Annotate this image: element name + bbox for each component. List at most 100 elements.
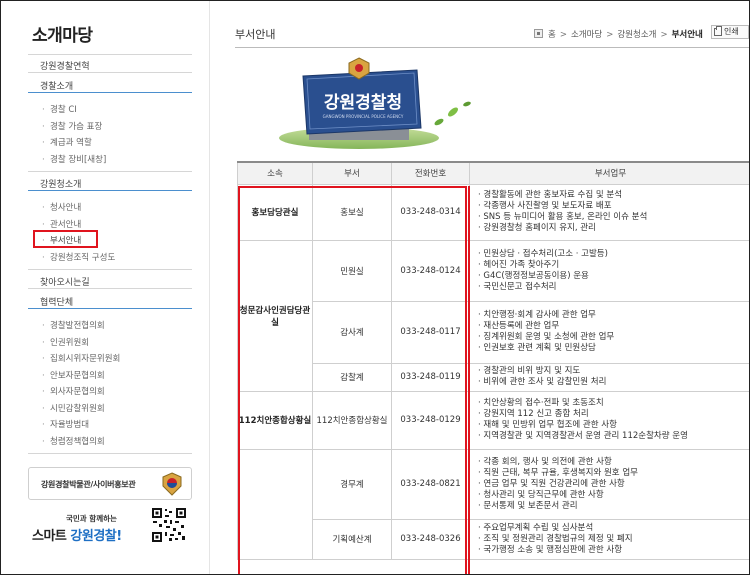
cell-duties: 각종 회의, 행사 및 의전에 관한 사항직원 근태, 복무 규율, 후생복지와… — [469, 448, 749, 520]
bullet-dot-icon: · — [42, 387, 45, 397]
department-table: 소속 부서 전화번호 부서업무 홍보담당관실홍보실033-248-0314경찰활… — [237, 161, 749, 560]
duty-line: 강원지역 112 신고 종합 처리 — [478, 409, 749, 420]
cell-department: 홍보실 — [312, 183, 392, 241]
sidebar-item-label: 계급과 역할 — [50, 138, 92, 148]
browser-frame: 소개마당 강원경찰연혁 경찰소개 · 경찰 CI · 경찰 가슴 표장 · 계급과 역할 · 경찰… — [0, 0, 750, 575]
home-icon[interactable] — [534, 29, 543, 38]
table-header-row: 소속 부서 전화번호 부서업무 — [237, 161, 749, 185]
sidebar-item-1-2[interactable]: · 계급과 역할 — [42, 136, 92, 148]
breadcrumb-home[interactable]: 홈 — [548, 30, 556, 40]
breadcrumb-section[interactable]: 소개마당 — [571, 30, 602, 40]
column-header-phone: 전화번호 — [391, 161, 470, 185]
cell-duties: 경찰관의 비위 방지 및 지도비위에 관한 조사 및 감찰민원 처리 — [469, 362, 749, 392]
duty-line: G4C(행정정보공동이용) 운용 — [478, 271, 749, 282]
bullet-dot-icon: · — [42, 121, 45, 132]
breadcrumb: 홈 > 소개마당 > 강원청소개 > 부서안내 — [534, 28, 703, 40]
column-header-department: 부서 — [312, 161, 392, 185]
sidebar-divider-line — [28, 453, 192, 454]
duty-line: 강원경찰청 홈페이지 유지, 관리 — [478, 223, 749, 234]
smart-police-banner[interactable]: 국민과 함께하는 스마트 강원경찰! — [28, 505, 192, 547]
museum-banner-label: 강원경찰박물관/사이버홍보관 — [41, 480, 136, 489]
active-item-highlight-box — [33, 230, 98, 248]
sidebar-item-4-0[interactable]: · 경찰발전협의회 — [42, 319, 105, 331]
sidebar-section-3[interactable]: 찾아오시는길 — [40, 275, 90, 288]
duty-line: 각종행사 사진촬영 및 보도자료 배포 — [478, 201, 749, 212]
qr-code-icon — [151, 507, 187, 543]
duty-line: 재해 및 민방위 업무 협조에 관한 사항 — [478, 420, 749, 431]
police-emblem-icon — [162, 472, 182, 496]
sidebar-divider-line — [28, 92, 192, 93]
sidebar-item-2-0[interactable]: · 청사안내 — [42, 201, 81, 213]
cell-duties: 경찰활동에 관한 홍보자료 수집 및 분석각종행사 사진촬영 및 보도자료 배포… — [469, 183, 749, 241]
sidebar-item-1-1[interactable]: · 경찰 가슴 표장 — [42, 120, 102, 132]
sidebar-item-2-3[interactable]: · 강원청조직 구성도 — [42, 251, 115, 263]
sidebar-item-4-4[interactable]: · 외사자문협의회 — [42, 385, 105, 397]
cell-phone: 033-248-0326 — [391, 518, 470, 560]
table-row: 기획예산계033-248-0326주요업무계획 수립 및 심사분석조직 및 정원… — [238, 518, 749, 560]
sidebar-item-2-1[interactable]: · 관서안내 — [42, 218, 81, 230]
sidebar-section-2[interactable]: 강원청소개 — [40, 177, 81, 190]
bullet-dot-icon: · — [42, 219, 45, 230]
sidebar-divider-line — [28, 171, 192, 172]
sidebar-divider-line — [28, 269, 192, 270]
sidebar-item-4-2[interactable]: · 집회시위자문위원회 — [42, 352, 120, 364]
sidebar-item-label: 경찰 장비[새창] — [50, 154, 107, 165]
bullet-dot-icon: · — [42, 337, 45, 348]
duty-line: 문서통제 및 보존문서 관리 — [478, 501, 749, 512]
column-header-affiliation: 소속 — [237, 161, 313, 185]
sidebar-divider — [209, 1, 210, 574]
agency-sign-illustration: 강원경찰청 GANGWON PROVINCIAL POLICE AGENCY — [279, 57, 471, 149]
duty-line: 직원 근태, 복무 규율, 후생복지와 원호 업무 — [478, 468, 749, 479]
sidebar-item-4-6[interactable]: · 자율방범대 — [42, 418, 89, 430]
sidebar-item-4-3[interactable]: · 안보자문협의회 — [42, 369, 105, 381]
column-header-duties: 부서업무 — [469, 161, 749, 185]
duty-line: 민원상담 · 접수처리(고소 · 고발등) — [478, 249, 749, 260]
duty-line: 주요업무계획 수립 및 심사분석 — [478, 523, 749, 534]
duty-line: 인권보호 관련 계획 및 민원상담 — [478, 343, 749, 354]
cell-duties: 치안상황의 접수·전파 및 초동조치강원지역 112 신고 종합 처리재해 및 … — [469, 390, 749, 450]
breadcrumb-separator: > — [559, 30, 567, 40]
cell-affiliation: 112치안종합상황실 — [237, 390, 313, 450]
department-table-body: 홍보담당관실홍보실033-248-0314경찰활동에 관한 홍보자료 수집 및 … — [237, 183, 749, 560]
cell-phone: 033-248-0119 — [391, 362, 470, 392]
agency-sign-subtext: GANGWON PROVINCIAL POLICE AGENCY — [323, 114, 404, 119]
duty-line: 헤어진 가족 찾아주기 — [478, 260, 749, 271]
sidebar-item-4-5[interactable]: · 시민감찰위원회 — [42, 402, 105, 414]
sidebar-divider-line — [28, 72, 192, 73]
cell-phone: 033-248-0129 — [391, 390, 470, 450]
bullet-dot-icon: · — [42, 354, 45, 364]
breadcrumb-subsection[interactable]: 강원청소개 — [617, 30, 656, 40]
print-button[interactable]: 인쇄 — [711, 25, 749, 39]
breadcrumb-separator: > — [660, 30, 668, 40]
table-row: 경무계033-248-0821각종 회의, 행사 및 의전에 관한 사항직원 근… — [237, 448, 749, 560]
sidebar-item-label: 외사자문협의회 — [50, 387, 105, 397]
cell-phone: 033-248-0117 — [391, 300, 470, 364]
bullet-dot-icon: · — [42, 321, 45, 331]
sidebar-item-1-3[interactable]: · 경찰 장비[새창] — [42, 153, 106, 165]
museum-banner[interactable]: 강원경찰박물관/사이버홍보관 — [28, 467, 192, 500]
cell-department: 경무계 — [312, 448, 392, 520]
duty-line: 국민신문고 접수처리 — [478, 282, 749, 293]
sidebar-section-4[interactable]: 협력단체 — [40, 295, 73, 308]
sidebar-item-label: 청렴정책협의회 — [50, 436, 105, 447]
sidebar-section-1[interactable]: 경찰소개 — [40, 79, 73, 92]
sidebar-item-label: 안보자문협의회 — [50, 370, 105, 381]
breadcrumb-current: 부서안내 — [671, 30, 703, 40]
sidebar-item-4-1[interactable]: · 인권위원회 — [42, 336, 89, 348]
cell-duties: 주요업무계획 수립 및 심사분석조직 및 정원관리 경찰법규의 제정 및 폐지국… — [469, 518, 749, 560]
duty-line: 경찰관의 비위 방지 및 지도 — [478, 366, 749, 377]
printer-icon — [714, 26, 722, 36]
duty-line: 재산등록에 관한 업무 — [478, 321, 749, 332]
sidebar-item-1-0[interactable]: · 경찰 CI — [42, 103, 77, 115]
duty-line: 청사관리 및 당직근무에 관한 사항 — [478, 490, 749, 501]
sidebar-item-label: 강원청조직 구성도 — [50, 252, 116, 263]
cell-affiliation: 청문감사인권담당관실 — [237, 239, 313, 392]
smart-banner-title: 스마트 강원경찰! — [32, 529, 122, 544]
sidebar-item-4-7[interactable]: · 청렴정책협의회 — [42, 435, 105, 447]
table-row: 청문감사인권담당관실민원실033-248-0124민원상담 · 접수처리(고소 … — [237, 239, 749, 392]
table-row: 112치안종합상황실112치안종합상황실033-248-0129치안상황의 접수… — [237, 390, 749, 450]
sidebar-item-label: 경찰발전협의회 — [50, 321, 105, 331]
sidebar-section-0[interactable]: 강원경찰연혁 — [40, 59, 90, 72]
cell-department: 112치안종합상황실 — [312, 390, 392, 450]
bullet-dot-icon: · — [42, 403, 45, 414]
